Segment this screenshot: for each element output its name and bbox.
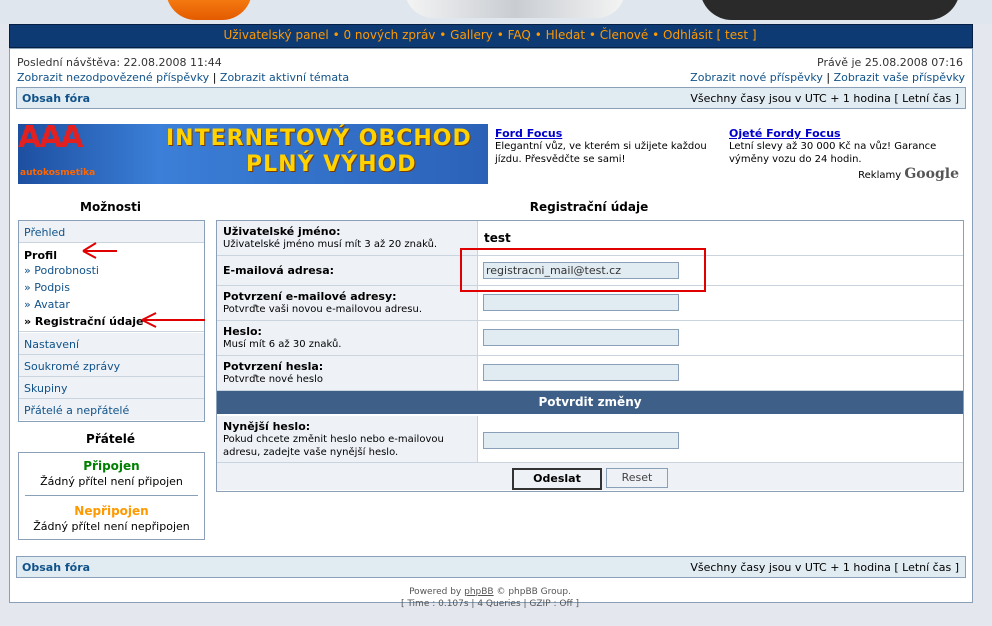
phpbb-link[interactable]: phpBB [464, 587, 493, 597]
annotation-arrow-registration [141, 312, 205, 328]
footer-powered: Powered by phpBB © phpBB Group. [9, 586, 971, 598]
breadcrumb-bottom: Obsah fóra Všechny časy jsou v UTC + 1 h… [16, 556, 966, 578]
footer-stats: [ Time : 0.107s | 4 Queries | GZIP : Off… [400, 599, 580, 609]
annotation-arrow-profile [82, 242, 117, 259]
annotation-box [460, 248, 706, 292]
red-annotations [82, 242, 706, 328]
footer-powered-prefix: Powered by [409, 587, 465, 597]
breadcrumb-index-bottom[interactable]: Obsah fóra [22, 561, 90, 574]
footer-powered-suffix: © phpBB Group. [493, 587, 571, 597]
footer: Powered by phpBB © phpBB Group. [ Time :… [9, 586, 971, 610]
timezone-info-bottom: Všechny časy jsou v UTC + 1 hodina [ Let… [690, 561, 959, 574]
